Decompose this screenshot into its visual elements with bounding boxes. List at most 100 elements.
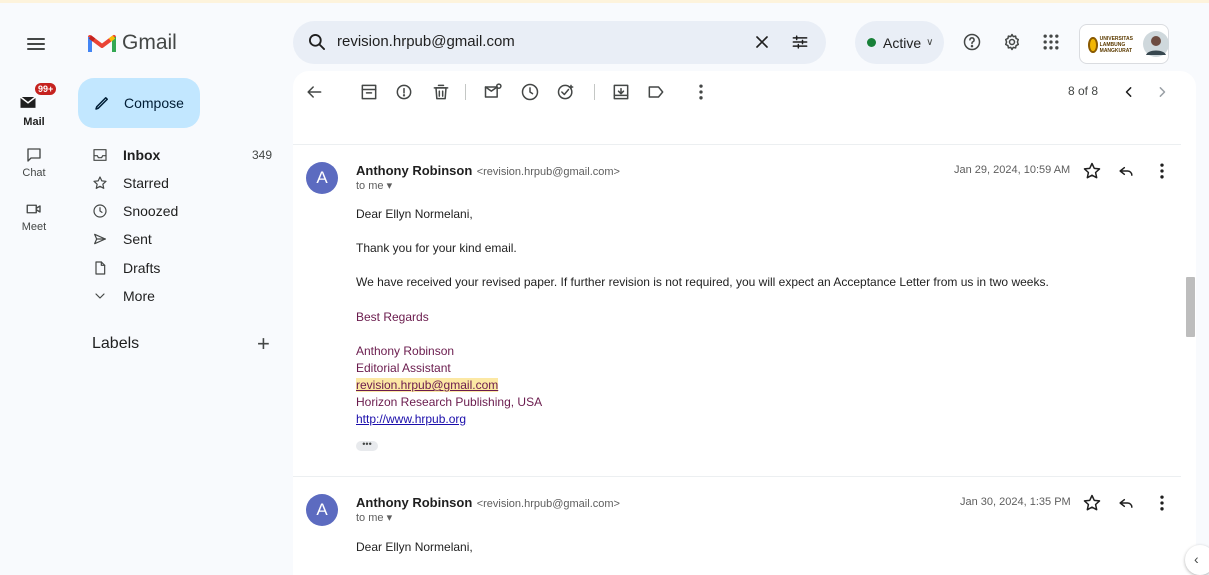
message-date: Jan 30, 2024, 1:35 PM: [960, 496, 1071, 508]
reply-icon[interactable]: [1116, 161, 1136, 181]
signature-email-link[interactable]: revision.hrpub@gmail.com: [356, 378, 499, 392]
star-icon: [93, 176, 107, 189]
clock-icon: [93, 204, 107, 218]
sidebar-item-label: Inbox: [123, 147, 161, 163]
google-apps-icon[interactable]: [1041, 32, 1061, 52]
sidebar-item-drafts[interactable]: Drafts: [78, 254, 278, 282]
inbox-icon: [93, 149, 107, 161]
rail-mail[interactable]: 99+ Mail: [14, 82, 58, 128]
email-closing: Best Regards: [356, 310, 429, 324]
gmail-logo[interactable]: Gmail: [88, 31, 177, 55]
signature-company: Horizon Research Publishing, USA: [356, 395, 543, 409]
send-icon: [94, 233, 106, 245]
sender-name: Anthony Robinson: [356, 163, 473, 178]
back-arrow-icon[interactable]: [304, 82, 324, 102]
divider: [293, 476, 1181, 477]
more-vert-icon[interactable]: [1152, 161, 1172, 181]
account-avatar[interactable]: [1143, 31, 1169, 57]
rail-meet-label: Meet: [21, 221, 47, 233]
sender-email: <revision.hrpub@gmail.com>: [476, 166, 620, 178]
move-to-icon[interactable]: [611, 82, 631, 102]
message-toolbar: 8 of 8: [293, 71, 1196, 113]
sender-line: Anthony Robinson <revision.hrpub@gmail.c…: [356, 494, 620, 512]
pager-count: 8 of 8: [1068, 84, 1099, 98]
more-vert-icon[interactable]: [1152, 493, 1172, 513]
mail-icon: [20, 96, 36, 108]
rail-meet[interactable]: Meet: [14, 200, 54, 233]
toolbar-divider: [465, 84, 466, 100]
app-name: Gmail: [122, 31, 177, 54]
message-date: Jan 29, 2024, 10:59 AM: [954, 164, 1071, 176]
older-chevron-icon[interactable]: [1152, 82, 1172, 102]
star-icon[interactable]: [1082, 493, 1102, 513]
sender-email: <revision.hrpub@gmail.com>: [476, 498, 620, 510]
newer-chevron-icon[interactable]: [1119, 82, 1139, 102]
settings-gear-icon[interactable]: [1002, 32, 1022, 52]
side-panel-toggle[interactable]: ‹: [1185, 545, 1209, 575]
chevron-down-icon: [95, 293, 105, 299]
rail-mail-label: Mail: [23, 116, 45, 128]
sidebar-item-more[interactable]: More: [78, 282, 278, 310]
sender-avatar: A: [306, 162, 338, 194]
search-bar[interactable]: revision.hrpub@gmail.com: [293, 21, 826, 64]
active-status-dot: [867, 38, 876, 47]
rail-chat[interactable]: Chat: [14, 146, 54, 179]
search-input[interactable]: revision.hrpub@gmail.com: [337, 33, 515, 50]
show-trimmed-content-button[interactable]: •••: [356, 440, 378, 451]
signature-name: Anthony Robinson: [356, 344, 455, 358]
email-greeting: Dear Ellyn Normelani,: [356, 207, 473, 221]
clear-search-icon[interactable]: [752, 32, 772, 52]
sidebar-item-sent[interactable]: Sent: [78, 225, 278, 253]
help-icon[interactable]: [962, 32, 982, 52]
reply-icon[interactable]: [1116, 493, 1136, 513]
search-options-icon[interactable]: [790, 32, 810, 52]
status-selector[interactable]: Active ∨: [855, 21, 944, 64]
add-label-button[interactable]: +: [257, 333, 270, 355]
recipient-label: to me: [356, 180, 384, 192]
sender-avatar: A: [306, 494, 338, 526]
sidebar-item-snoozed[interactable]: Snoozed: [78, 197, 278, 225]
compose-button[interactable]: Compose: [78, 78, 200, 128]
pencil-icon: [95, 97, 108, 110]
toolbar-divider: [594, 84, 595, 100]
message-view: 8 of 8 A Anthony Robinson <revision.hrpu…: [293, 71, 1196, 575]
sender-name: Anthony Robinson: [356, 495, 473, 510]
snooze-clock-icon[interactable]: [520, 82, 540, 102]
archive-icon[interactable]: [359, 82, 379, 102]
compose-label: Compose: [124, 95, 184, 111]
divider: [293, 144, 1181, 145]
chevron-left-icon: ‹: [1194, 551, 1199, 567]
status-label: Active: [883, 34, 922, 51]
signature-url-link[interactable]: http://www.hrpub.org: [356, 412, 466, 426]
sidebar-item-inbox[interactable]: Inbox 349: [78, 141, 278, 169]
label-icon[interactable]: [646, 82, 666, 102]
chat-icon: [27, 148, 41, 162]
sidebar-item-label: More: [123, 288, 155, 304]
recipient-label: to me: [356, 512, 384, 524]
recipient-details[interactable]: to me ▾: [356, 179, 392, 192]
sidebar-item-starred[interactable]: Starred: [78, 169, 278, 197]
top-border: [0, 0, 1209, 3]
recipient-details[interactable]: to me ▾: [356, 511, 392, 524]
account-switcher[interactable]: UNIVERSITAS LAMBUNG MANGKURAT: [1079, 24, 1169, 64]
trash-icon[interactable]: [431, 82, 451, 102]
email-body-line: We have received your revised paper. If …: [356, 275, 1049, 289]
search-icon[interactable]: [307, 32, 327, 52]
sidebar-item-label: Starred: [123, 175, 169, 191]
main-menu-icon[interactable]: [24, 32, 48, 56]
chevron-down-icon: ∨: [926, 37, 934, 48]
mark-unread-icon[interactable]: [483, 82, 503, 102]
add-task-icon[interactable]: [556, 82, 576, 102]
email-greeting: Dear Ellyn Normelani,: [356, 540, 473, 554]
more-vert-icon[interactable]: [691, 82, 711, 102]
scrollbar-thumb[interactable]: [1186, 277, 1195, 337]
organization-name: UNIVERSITAS LAMBUNG MANGKURAT: [1099, 36, 1133, 54]
report-spam-icon[interactable]: [394, 82, 414, 102]
sender-line: Anthony Robinson <revision.hrpub@gmail.c…: [356, 162, 620, 180]
rail-chat-label: Chat: [22, 167, 46, 179]
meet-video-icon: [26, 204, 41, 214]
sidebar-item-label: Snoozed: [123, 203, 179, 219]
star-icon[interactable]: [1082, 161, 1102, 181]
labels-heading: Labels: [92, 335, 140, 352]
signature-title: Editorial Assistant: [356, 361, 451, 375]
